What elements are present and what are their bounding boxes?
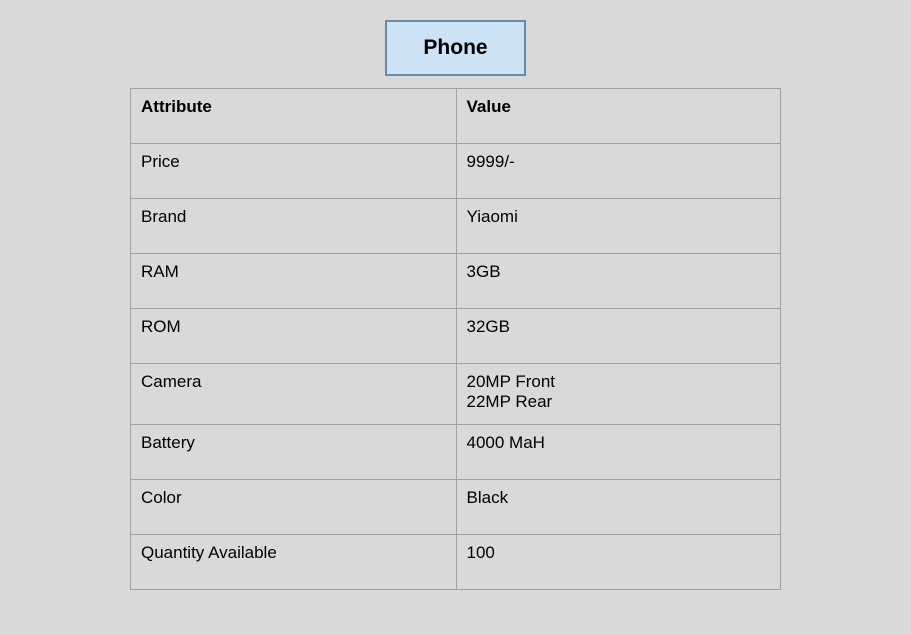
- cell-attribute: Quantity Available: [131, 535, 457, 590]
- cell-value: 100: [456, 535, 780, 590]
- table-row: ROM 32GB: [131, 309, 781, 364]
- cell-attribute: Battery: [131, 425, 457, 480]
- header-value: Value: [456, 89, 780, 144]
- cell-value: 9999/-: [456, 144, 780, 199]
- table-header-row: Attribute Value: [131, 89, 781, 144]
- table-row: Color Black: [131, 480, 781, 535]
- cell-value: 20MP Front 22MP Rear: [456, 364, 780, 425]
- cell-value: 32GB: [456, 309, 780, 364]
- cell-value: 3GB: [456, 254, 780, 309]
- cell-attribute: Camera: [131, 364, 457, 425]
- cell-value: 4000 MaH: [456, 425, 780, 480]
- cell-value: Black: [456, 480, 780, 535]
- page-title: Phone: [385, 20, 526, 76]
- cell-attribute: Color: [131, 480, 457, 535]
- table-row: Price 9999/-: [131, 144, 781, 199]
- header-attribute: Attribute: [131, 89, 457, 144]
- spec-table: Attribute Value Price 9999/- Brand Yiaom…: [130, 88, 781, 590]
- cell-attribute: Brand: [131, 199, 457, 254]
- cell-attribute: RAM: [131, 254, 457, 309]
- cell-attribute: Price: [131, 144, 457, 199]
- table-row: Battery 4000 MaH: [131, 425, 781, 480]
- table-row: Quantity Available 100: [131, 535, 781, 590]
- table-row: Camera 20MP Front 22MP Rear: [131, 364, 781, 425]
- table-row: RAM 3GB: [131, 254, 781, 309]
- table-row: Brand Yiaomi: [131, 199, 781, 254]
- cell-value: Yiaomi: [456, 199, 780, 254]
- cell-attribute: ROM: [131, 309, 457, 364]
